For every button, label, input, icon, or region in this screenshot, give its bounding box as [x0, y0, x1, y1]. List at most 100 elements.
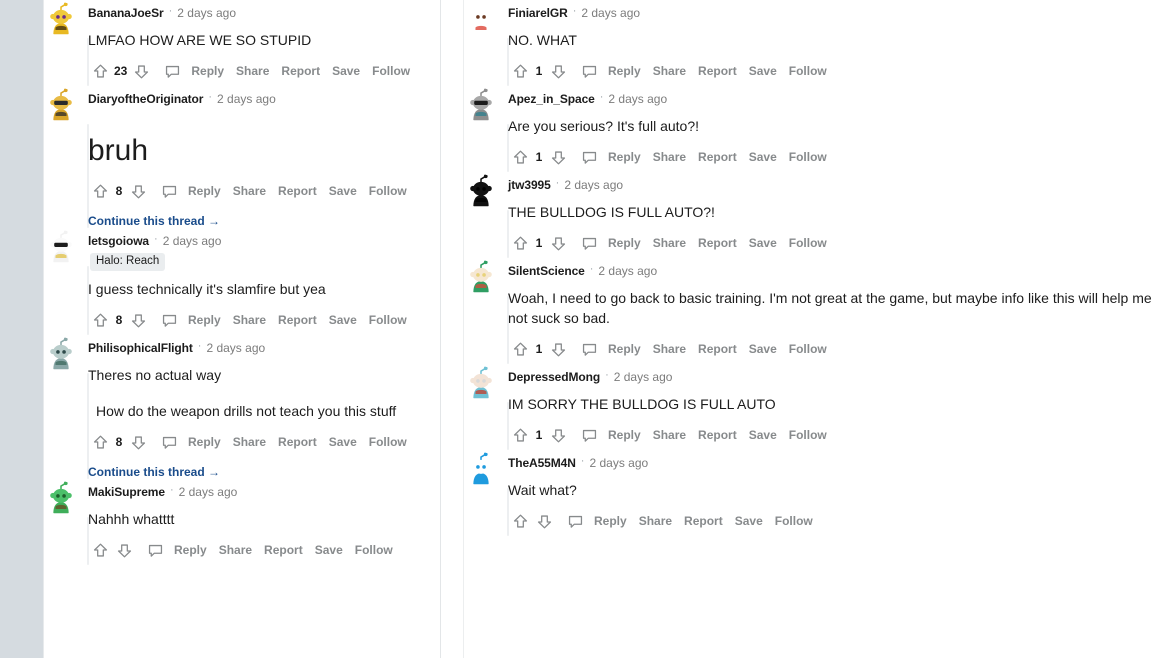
avatar[interactable]: [464, 88, 498, 122]
follow-button[interactable]: Follow: [366, 64, 416, 78]
avatar[interactable]: [44, 88, 78, 122]
upvote-arrow-icon[interactable]: [88, 179, 112, 203]
comment-bubble-icon[interactable]: [156, 308, 182, 332]
downvote-arrow-icon[interactable]: [532, 509, 556, 533]
comment-author[interactable]: Apez_in_Space: [508, 92, 595, 106]
share-button[interactable]: Share: [647, 236, 692, 250]
comment-bubble-icon[interactable]: [142, 538, 168, 562]
share-button[interactable]: Share: [230, 64, 275, 78]
reply-button[interactable]: Reply: [168, 543, 213, 557]
reply-button[interactable]: Reply: [602, 428, 647, 442]
reply-button[interactable]: Reply: [182, 435, 227, 449]
comment-author[interactable]: BananaJoeSr: [88, 6, 164, 20]
comment-author[interactable]: DepressedMong: [508, 370, 600, 384]
upvote-arrow-icon[interactable]: [88, 430, 112, 454]
save-button[interactable]: Save: [323, 184, 363, 198]
report-button[interactable]: Report: [692, 64, 743, 78]
downvote-arrow-icon[interactable]: [126, 308, 150, 332]
follow-button[interactable]: Follow: [769, 514, 819, 528]
upvote-arrow-icon[interactable]: [88, 59, 112, 83]
downvote-arrow-icon[interactable]: [546, 423, 570, 447]
downvote-arrow-icon[interactable]: [546, 337, 570, 361]
report-button[interactable]: Report: [272, 184, 323, 198]
upvote-arrow-icon[interactable]: [508, 509, 532, 533]
upvote-arrow-icon[interactable]: [508, 337, 532, 361]
share-button[interactable]: Share: [647, 64, 692, 78]
comment-bubble-icon[interactable]: [576, 59, 602, 83]
continue-thread-link[interactable]: Continue this thread →: [88, 206, 440, 228]
share-button[interactable]: Share: [647, 150, 692, 164]
downvote-arrow-icon[interactable]: [126, 430, 150, 454]
follow-button[interactable]: Follow: [349, 543, 399, 557]
avatar[interactable]: [44, 2, 78, 36]
continue-thread-link[interactable]: Continue this thread →: [88, 457, 440, 479]
follow-button[interactable]: Follow: [363, 313, 413, 327]
downvote-arrow-icon[interactable]: [546, 59, 570, 83]
downvote-arrow-icon[interactable]: [546, 231, 570, 255]
upvote-arrow-icon[interactable]: [88, 538, 112, 562]
save-button[interactable]: Save: [743, 150, 783, 164]
comment-bubble-icon[interactable]: [576, 423, 602, 447]
upvote-arrow-icon[interactable]: [508, 423, 532, 447]
downvote-arrow-icon[interactable]: [126, 179, 150, 203]
comment-bubble-icon[interactable]: [156, 179, 182, 203]
reply-button[interactable]: Reply: [602, 236, 647, 250]
upvote-arrow-icon[interactable]: [508, 59, 532, 83]
downvote-arrow-icon[interactable]: [129, 59, 153, 83]
avatar[interactable]: [44, 337, 78, 371]
comment-author[interactable]: jtw3995: [508, 178, 551, 192]
comment-author[interactable]: PhilisophicalFlight: [88, 341, 193, 355]
report-button[interactable]: Report: [692, 428, 743, 442]
save-button[interactable]: Save: [743, 428, 783, 442]
avatar[interactable]: [464, 452, 498, 486]
report-button[interactable]: Report: [692, 342, 743, 356]
follow-button[interactable]: Follow: [363, 435, 413, 449]
comment-author[interactable]: TheA55M4N: [508, 456, 576, 470]
comment-bubble-icon[interactable]: [562, 509, 588, 533]
share-button[interactable]: Share: [633, 514, 678, 528]
follow-button[interactable]: Follow: [783, 428, 833, 442]
follow-button[interactable]: Follow: [783, 342, 833, 356]
comment-author[interactable]: FiniarelGR: [508, 6, 568, 20]
comment-bubble-icon[interactable]: [576, 337, 602, 361]
report-button[interactable]: Report: [258, 543, 309, 557]
upvote-arrow-icon[interactable]: [88, 308, 112, 332]
report-button[interactable]: Report: [272, 435, 323, 449]
downvote-arrow-icon[interactable]: [546, 145, 570, 169]
comment-author[interactable]: DiaryoftheOriginator: [88, 92, 203, 106]
avatar[interactable]: [464, 366, 498, 400]
save-button[interactable]: Save: [743, 64, 783, 78]
share-button[interactable]: Share: [227, 313, 272, 327]
comment-bubble-icon[interactable]: [159, 59, 185, 83]
save-button[interactable]: Save: [309, 543, 349, 557]
avatar[interactable]: [464, 2, 498, 36]
follow-button[interactable]: Follow: [783, 236, 833, 250]
follow-button[interactable]: Follow: [783, 150, 833, 164]
avatar[interactable]: [464, 174, 498, 208]
share-button[interactable]: Share: [213, 543, 258, 557]
reply-button[interactable]: Reply: [185, 64, 230, 78]
upvote-arrow-icon[interactable]: [508, 145, 532, 169]
comment-author[interactable]: letsgoiowa: [88, 234, 149, 248]
reply-button[interactable]: Reply: [182, 313, 227, 327]
comment-author[interactable]: SilentScience: [508, 264, 585, 278]
reply-button[interactable]: Reply: [182, 184, 227, 198]
avatar[interactable]: [44, 230, 78, 264]
reply-button[interactable]: Reply: [588, 514, 633, 528]
avatar[interactable]: [44, 481, 78, 515]
save-button[interactable]: Save: [743, 236, 783, 250]
reply-button[interactable]: Reply: [602, 64, 647, 78]
share-button[interactable]: Share: [647, 342, 692, 356]
comment-bubble-icon[interactable]: [576, 231, 602, 255]
save-button[interactable]: Save: [743, 342, 783, 356]
report-button[interactable]: Report: [275, 64, 326, 78]
downvote-arrow-icon[interactable]: [112, 538, 136, 562]
comment-author[interactable]: MakiSupreme: [88, 485, 165, 499]
reply-button[interactable]: Reply: [602, 150, 647, 164]
share-button[interactable]: Share: [227, 435, 272, 449]
report-button[interactable]: Report: [272, 313, 323, 327]
save-button[interactable]: Save: [326, 64, 366, 78]
save-button[interactable]: Save: [323, 313, 363, 327]
reply-button[interactable]: Reply: [602, 342, 647, 356]
save-button[interactable]: Save: [729, 514, 769, 528]
